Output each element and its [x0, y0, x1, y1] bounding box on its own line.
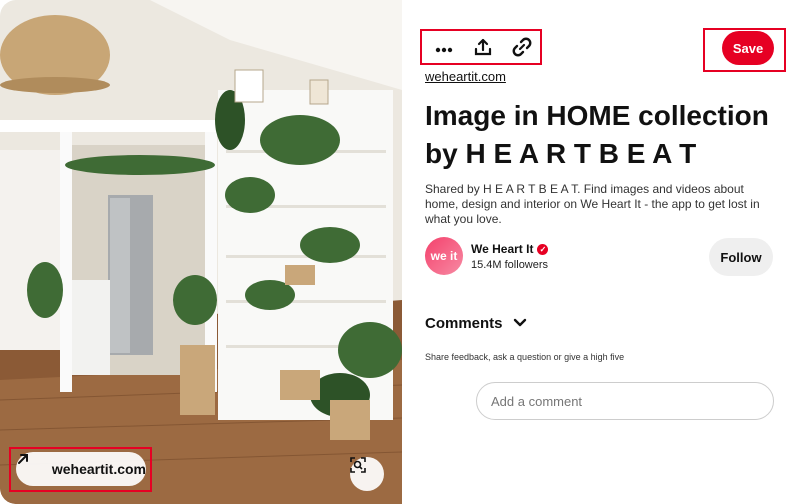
link-icon	[512, 37, 532, 62]
author-name-row[interactable]: We Heart It ✓	[471, 242, 549, 256]
copy-link-button[interactable]	[507, 34, 537, 64]
pin-image[interactable]: weheartit.com	[0, 0, 402, 504]
pin-closeup-card: weheartit.com Save weheartit.com Image i…	[0, 0, 800, 504]
share-button[interactable]	[468, 34, 498, 64]
visit-source-button[interactable]: weheartit.com	[16, 452, 146, 486]
pin-title: Image in HOME collection by H E A R T B …	[425, 100, 769, 169]
visual-search-button[interactable]	[350, 457, 384, 491]
visit-source-label: weheartit.com	[51, 461, 146, 477]
source-link[interactable]: weheartit.com	[425, 69, 506, 84]
ellipsis-icon	[435, 40, 453, 58]
follower-count: 15.4M followers	[471, 259, 549, 271]
more-options-button[interactable]	[429, 34, 459, 64]
arrow-up-right-icon	[18, 454, 44, 477]
comments-heading: Comments	[425, 315, 503, 332]
follow-button[interactable]: Follow	[709, 238, 773, 276]
comments-hint: Share feedback, ask a question or give a…	[425, 352, 625, 362]
comments-toggle[interactable]: Comments	[425, 315, 527, 332]
pin-description: Shared by H E A R T B E A T. Find images…	[425, 182, 760, 226]
verified-check-icon: ✓	[537, 243, 549, 255]
author-name[interactable]: We Heart It	[471, 242, 533, 256]
pin-action-bar	[424, 33, 541, 65]
save-button[interactable]: Save	[722, 31, 774, 65]
chevron-down-icon	[513, 315, 527, 332]
share-icon	[474, 38, 492, 61]
add-comment-input[interactable]: Add a comment	[476, 382, 774, 420]
interior-photo	[0, 0, 402, 504]
author-avatar[interactable]: we it	[425, 237, 463, 275]
